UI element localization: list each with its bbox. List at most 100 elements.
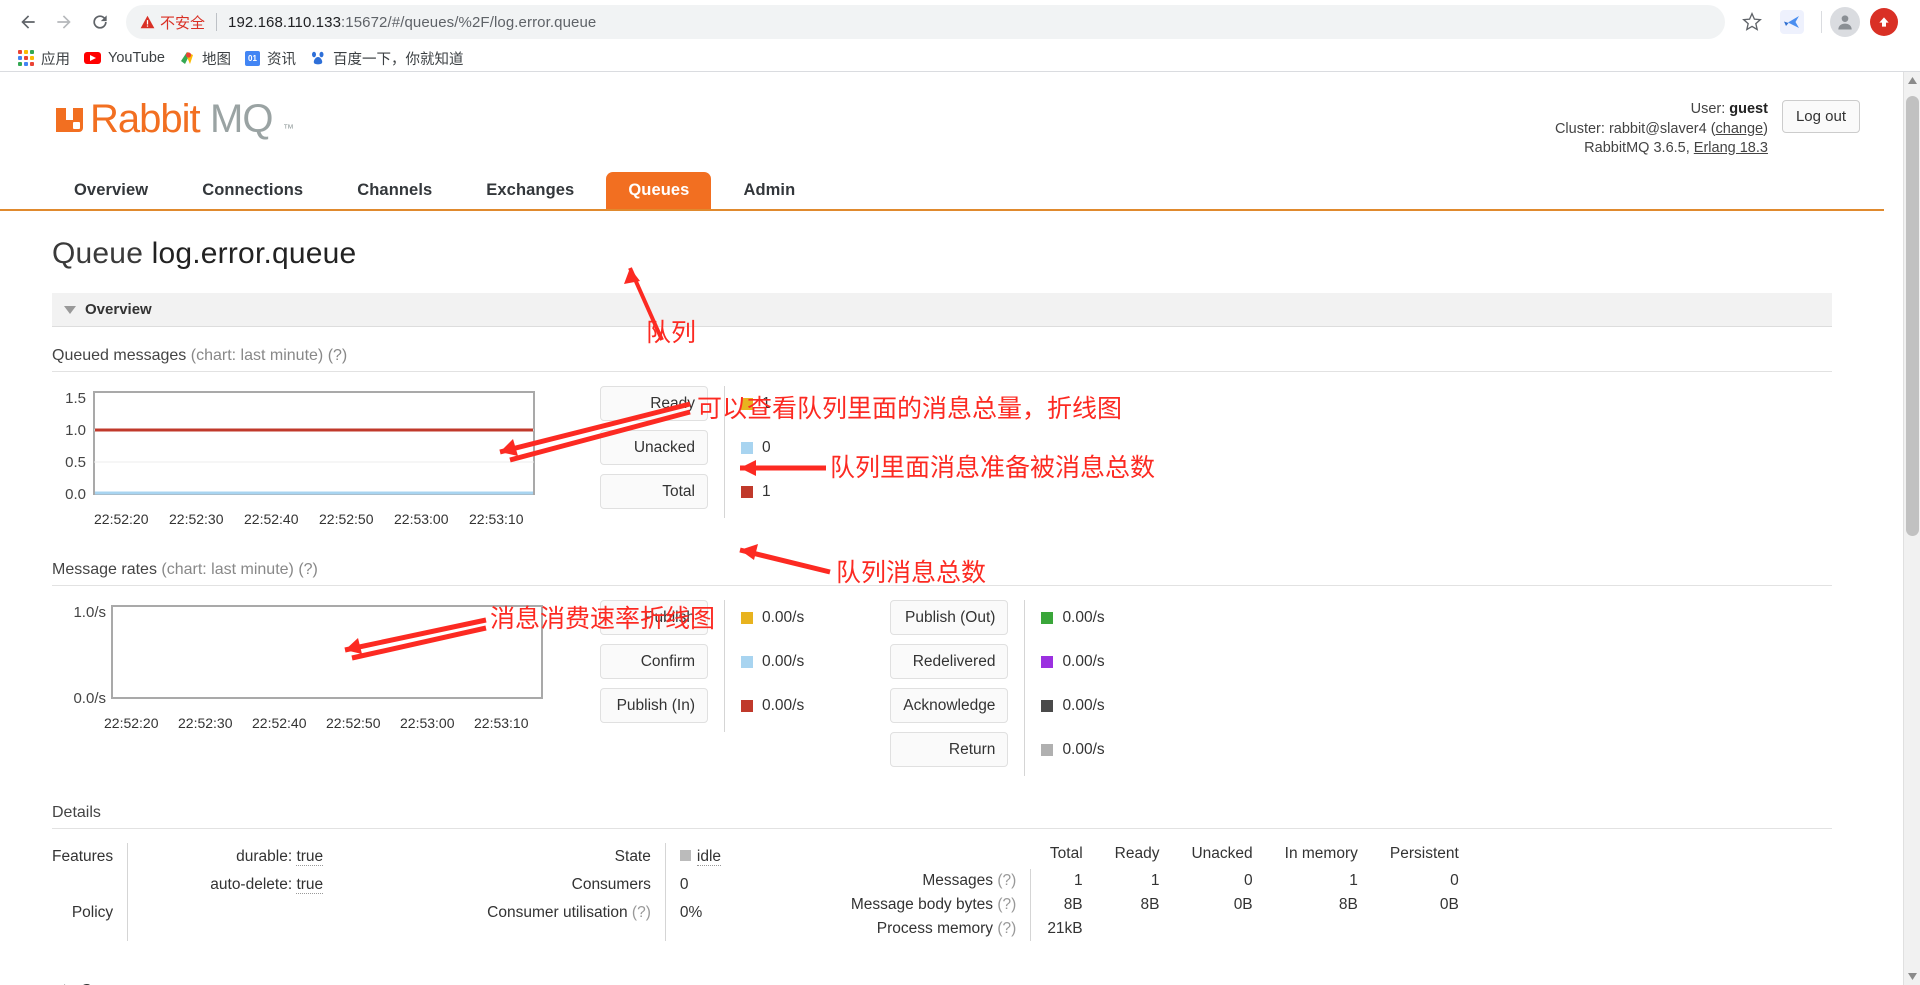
legend-label-return[interactable]: Return [890,732,1008,767]
tab-exchanges[interactable]: Exchanges [464,172,596,209]
browser-update-icon[interactable] [1870,8,1898,36]
app-header: Rabbit MQ ™ User: guest Cluster: rabbit@… [0,72,1884,164]
features-label: Features [52,843,113,871]
message-rates-chart[interactable]: 1.0/s 0.0/s 22:52:20 22:52:30 22:52:40 2… [52,600,552,735]
tab-channels[interactable]: Channels [335,172,454,209]
legend-label-unacked[interactable]: Unacked [600,430,708,465]
logout-button[interactable]: Log out [1782,100,1860,133]
address-bar[interactable]: 不安全 192.168.110.133:15672/#/queues/%2F/l… [126,5,1725,39]
cluster-line: Cluster: rabbit@slaver4 (change) [1555,120,1768,140]
svg-text:22:53:00: 22:53:00 [400,715,455,731]
bookmark-label: YouTube [108,50,165,66]
cluster-change-link[interactable]: change [1716,121,1764,137]
legend-value-unacked: 0 [741,430,771,465]
details-features-values: durable: true auto-delete: true [127,843,337,941]
back-arrow-icon[interactable] [12,6,44,38]
cell-empty [1374,917,1475,941]
stats-col-ready: Ready [1099,843,1176,869]
help-icon[interactable]: (?) [997,872,1016,889]
legend-label-total[interactable]: Total [600,474,708,509]
autodelete-row: auto-delete: true [142,871,323,899]
legend-label-confirm[interactable]: Confirm [600,644,708,679]
svg-text:22:53:10: 22:53:10 [469,511,524,527]
stats-row-label-process-memory: Process memory (?) [835,917,1031,941]
details-features-keys: Features Policy [52,843,127,941]
scroll-down-arrow[interactable] [1904,968,1920,985]
reload-icon[interactable] [84,6,116,38]
omnibox-divider [216,13,217,31]
tab-connections[interactable]: Connections [180,172,325,209]
legend-divider [724,600,725,732]
help-icon[interactable]: (?) [997,896,1016,913]
cluster-name: rabbit@slaver4 [1609,121,1707,137]
legend-label-ready[interactable]: Ready [600,386,708,421]
bookmark-apps[interactable]: 应用 [14,45,80,72]
forward-arrow-icon[interactable] [48,6,80,38]
cell-process-memory: 21kB [1031,917,1099,941]
table-row: Message body bytes (?) 8B 8B 0B 8B 0B [835,893,1475,917]
svg-text:1.5: 1.5 [65,390,86,407]
legend-label-redelivered[interactable]: Redelivered [890,644,1008,679]
bookmark-maps[interactable]: 地图 [175,45,241,72]
news-icon: 01 [245,51,260,66]
legend-label-publish-in[interactable]: Publish (In) [600,688,708,723]
queued-legend-labels: Ready Unacked Total [600,386,708,518]
help-icon[interactable]: (?) [632,904,651,921]
queued-messages-chart[interactable]: 1.5 1.0 0.5 0.0 22:52:20 22:52:30 [52,386,552,531]
message-rates-heading: Message rates (chart: last minute) (?) [52,561,1832,586]
swatch-return [1041,744,1053,756]
bookmark-label: 百度一下，你就知道 [333,48,464,69]
bookmark-star-icon[interactable] [1735,5,1769,39]
help-icon[interactable]: (?) [997,920,1016,937]
svg-text:22:52:40: 22:52:40 [244,511,299,527]
version-line: RabbitMQ 3.6.5, Erlang 18.3 [1555,139,1768,159]
svg-text:Rabbit: Rabbit [90,97,201,141]
tab-overview[interactable]: Overview [52,172,170,209]
rabbitmq-logo[interactable]: Rabbit MQ ™ [52,94,302,150]
google-maps-icon [179,50,195,66]
legend-value-confirm: 0.00/s [741,644,804,679]
queued-messages-body: 1.5 1.0 0.5 0.0 22:52:20 22:52:30 [52,372,1832,531]
bookmark-news[interactable]: 01 资讯 [241,45,306,72]
legend-value-return: 0.00/s [1041,732,1104,767]
overview-section-header[interactable]: Overview [52,293,1832,327]
user-info-lines: User: guest Cluster: rabbit@slaver4 (cha… [1555,100,1768,159]
svg-text:0.0: 0.0 [65,486,86,503]
extension-icon[interactable] [1779,9,1805,35]
page-scrollbar[interactable] [1903,72,1920,985]
bookmark-youtube[interactable]: YouTube [80,47,175,69]
erlang-version-link[interactable]: Erlang 18.3 [1694,140,1768,156]
legend-label-publish-out[interactable]: Publish (Out) [890,600,1008,635]
consumers-section-header[interactable]: Consumers [52,973,1832,985]
stats-col-unacked: Unacked [1175,843,1268,869]
svg-text:™: ™ [283,123,294,135]
details-state-keys: State Consumers Consumer utilisation (?) [487,843,665,941]
tab-queues[interactable]: Queues [606,172,711,209]
youtube-icon [84,52,101,64]
tab-admin[interactable]: Admin [721,172,817,209]
stats-col-total: Total [1031,843,1099,869]
scroll-up-arrow[interactable] [1904,72,1920,89]
baidu-icon [310,50,326,66]
scrollbar-thumb[interactable] [1906,96,1919,536]
svg-text:1.0: 1.0 [65,422,86,439]
table-row: Process memory (?) 21kB [835,917,1475,941]
queued-legend-values: 1 0 1 [741,386,771,518]
state-indicator-icon [680,850,691,861]
message-rates-legend-right: Publish (Out) Redelivered Acknowledge Re… [890,600,1104,776]
bookmark-baidu[interactable]: 百度一下，你就知道 [306,45,474,72]
svg-text:22:52:50: 22:52:50 [319,511,374,527]
legend-label-publish[interactable]: Publish [600,600,708,635]
details-features-group: Features Policy durable: true auto-delet… [52,843,337,941]
consumers-section-label: Consumers [81,981,164,985]
consumers-value: 0 [680,871,725,899]
profile-avatar[interactable] [1830,7,1860,37]
user-name: guest [1729,101,1768,117]
legend-divider [1024,600,1025,776]
autodelete-value: true [296,876,323,894]
url-text: 192.168.110.133:15672/#/queues/%2F/log.e… [228,14,596,31]
legend-value-acknowledge: 0.00/s [1041,688,1104,723]
rabbitmq-page: Rabbit MQ ™ User: guest Cluster: rabbit@… [0,72,1884,985]
legend-label-acknowledge[interactable]: Acknowledge [890,688,1008,723]
cell-messages-ready: 1 [1099,869,1176,893]
